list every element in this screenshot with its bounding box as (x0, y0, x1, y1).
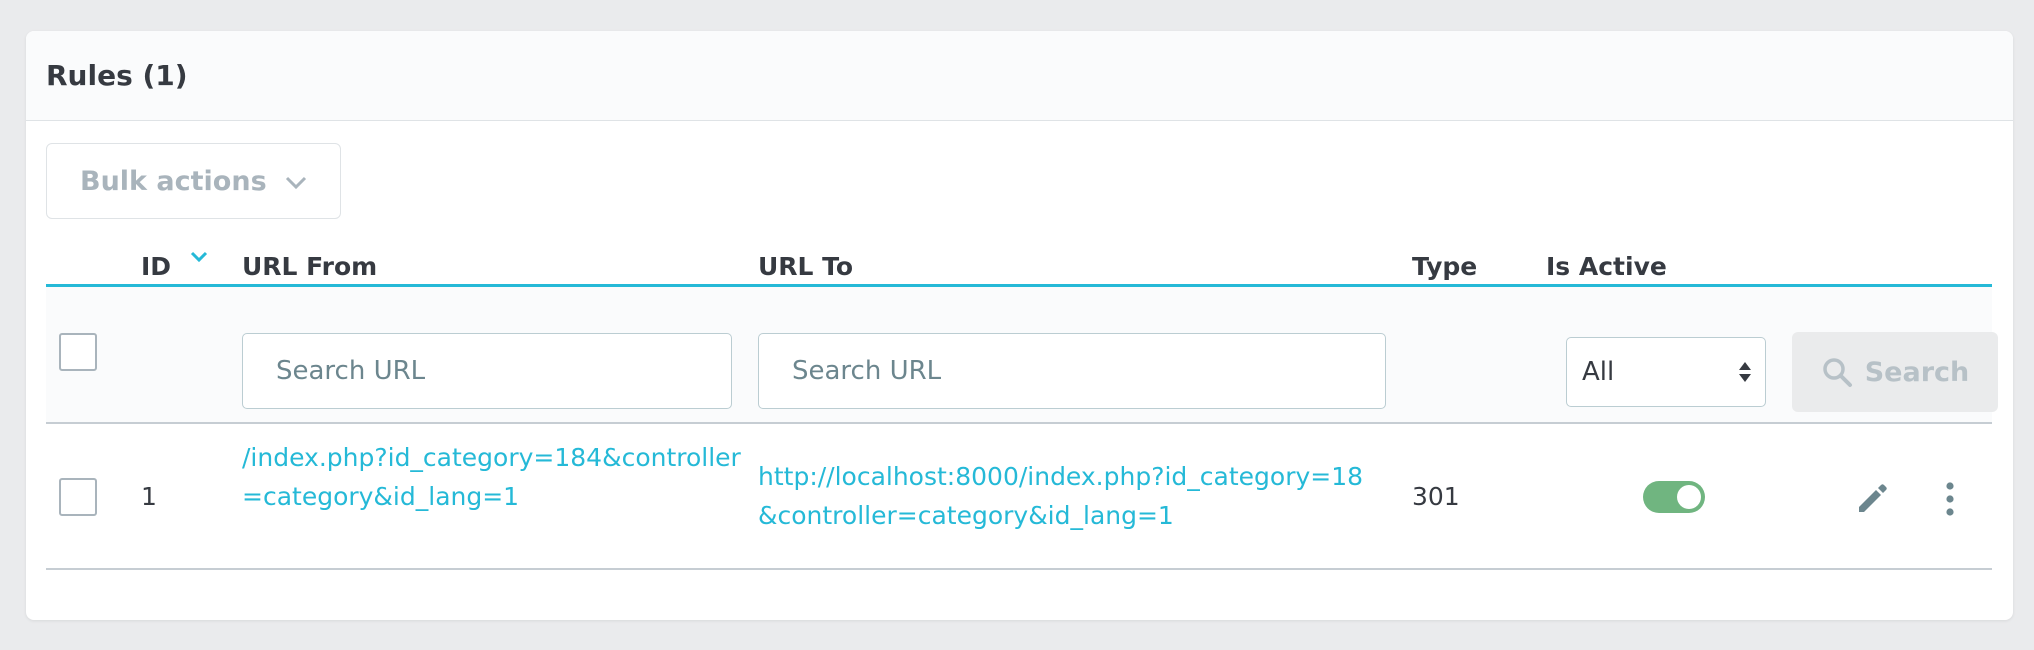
row-type: 301 (1412, 482, 1460, 511)
column-header-id[interactable]: ID (141, 252, 171, 281)
rules-panel: Rules (1) Bulk actions ID URL From URL T… (26, 31, 2013, 620)
toggle-knob (1677, 485, 1701, 509)
row-active-toggle[interactable] (1643, 481, 1705, 513)
column-header-type: Type (1412, 252, 1478, 281)
chevron-down-icon (285, 176, 307, 190)
panel-header: Rules (1) (26, 31, 2013, 121)
up-down-arrows-icon (1739, 362, 1751, 382)
row-checkbox[interactable] (59, 478, 97, 516)
kebab-menu-icon[interactable] (1941, 479, 1959, 519)
url-to-search-input[interactable] (758, 333, 1386, 409)
search-button-label: Search (1864, 356, 1970, 388)
column-header-is-active: Is Active (1546, 252, 1667, 281)
filter-row: All Search (46, 287, 1998, 424)
row-url-to-link[interactable]: http://localhost:8000/index.php?id_categ… (758, 457, 1378, 535)
bulk-actions-button[interactable]: Bulk actions (46, 143, 341, 219)
column-header-url-to: URL To (758, 252, 854, 281)
is-active-select[interactable]: All (1566, 337, 1766, 407)
row-url-from-link[interactable]: /index.php?id_category=184&controller=ca… (242, 438, 742, 516)
row-id: 1 (141, 482, 157, 511)
url-from-search-input[interactable] (242, 333, 732, 409)
search-button[interactable]: Search (1792, 332, 1998, 412)
bulk-actions-label: Bulk actions (80, 165, 267, 197)
magnifier-icon (1822, 358, 1852, 387)
is-active-select-value: All (1582, 357, 1615, 387)
table-row: 1 /index.php?id_category=184&controller=… (46, 424, 1992, 570)
sort-chevron-down-icon[interactable] (189, 246, 209, 266)
column-header-url-from: URL From (242, 252, 378, 281)
pencil-icon[interactable] (1854, 481, 1890, 517)
panel-title: Rules (1) (46, 59, 188, 92)
select-all-checkbox[interactable] (59, 333, 97, 371)
